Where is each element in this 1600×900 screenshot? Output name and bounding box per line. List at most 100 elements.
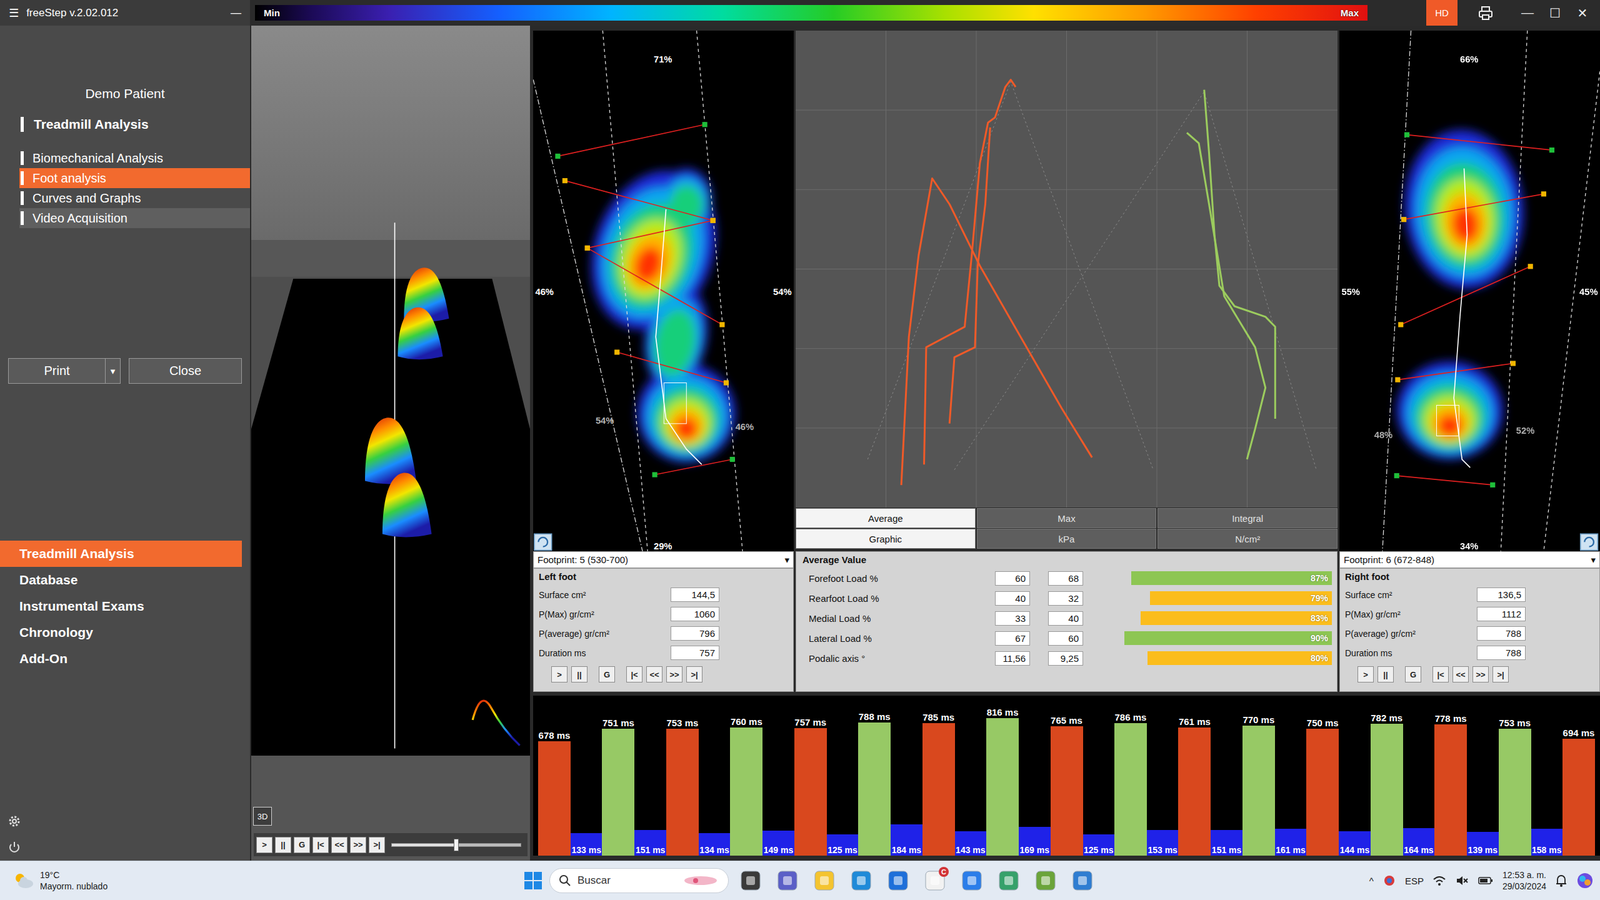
collapse-button[interactable]: — — [230, 6, 242, 20]
tray-app-icon[interactable] — [1382, 873, 1397, 888]
view-tab[interactable]: Integral — [1157, 508, 1338, 529]
weather-widget[interactable]: 19°CMayorm. nublado — [12, 869, 524, 892]
step-button[interactable]: >> — [1472, 666, 1489, 683]
settings-gear-icon[interactable] — [7, 814, 22, 829]
taskbar-app-icon[interactable] — [846, 865, 877, 896]
close-button[interactable]: ✕ — [1568, 0, 1597, 26]
print-icon[interactable] — [1477, 5, 1494, 22]
playback-button[interactable]: G — [293, 836, 310, 854]
print-button[interactable] — [1457, 0, 1514, 26]
taskbar-app-icon[interactable]: C — [920, 865, 950, 896]
sidebar-item[interactable]: Biomechanical Analysis — [19, 148, 250, 169]
view-tab[interactable]: N/cm² — [1157, 528, 1338, 549]
refresh-view-icon[interactable] — [1580, 533, 1599, 550]
power-icon[interactable] — [7, 840, 22, 855]
pressure-map[interactable]: 66%55%45%48%52%34% — [1339, 30, 1600, 552]
taskbar-app-icon[interactable] — [772, 865, 803, 896]
footprint-dropdown[interactable]: Footprint: 6 (672-848)▾ — [1339, 551, 1600, 569]
playback-button[interactable]: >> — [350, 836, 367, 854]
view-3d[interactable] — [251, 25, 530, 756]
clock[interactable]: 12:53 a. m.29/03/2024 — [1502, 869, 1547, 892]
view-tab[interactable]: Max — [976, 508, 1157, 529]
taskbar-app-icon[interactable] — [1067, 865, 1098, 896]
dropdown-arrow[interactable]: ▾ — [1590, 554, 1596, 566]
swing-bar: 151 ms — [634, 695, 666, 856]
step-button[interactable]: << — [646, 666, 663, 683]
hd-button[interactable]: HD — [1426, 0, 1458, 26]
step-button[interactable]: >> — [666, 666, 683, 683]
tray-expand-button[interactable]: ^ — [1369, 875, 1374, 887]
stat-value: 788 — [1476, 626, 1526, 641]
language-indicator[interactable]: ESP — [1405, 875, 1424, 887]
playback-button[interactable]: << — [331, 836, 348, 854]
stat-value: 757 — [670, 645, 720, 660]
step-button[interactable]: |< — [626, 666, 643, 683]
sidebar-button[interactable]: Print▾ — [8, 358, 121, 384]
playback-slider[interactable] — [391, 843, 522, 847]
notification-bell-icon[interactable] — [1555, 873, 1568, 888]
taskbar-app-icon[interactable] — [883, 865, 914, 896]
taskbar-app-icon[interactable] — [1030, 865, 1061, 896]
view-tab[interactable]: kPa — [976, 528, 1157, 549]
load-percent: 55% — [1341, 286, 1360, 297]
window-controls: HD —☐✕ — [1426, 0, 1600, 26]
menu-item[interactable]: Chronology — [0, 619, 242, 646]
sidebar-item[interactable]: Foot analysis — [19, 168, 250, 189]
stat-row: Surface cm²144,5 — [538, 585, 789, 605]
taskbar-app-icon[interactable] — [956, 865, 987, 896]
windows-start-icon[interactable] — [523, 871, 543, 890]
playback-button[interactable]: |< — [312, 836, 329, 854]
footprint-dropdown[interactable]: Footprint: 5 (530-700)▾ — [533, 551, 794, 569]
wifi-icon[interactable] — [1432, 874, 1447, 887]
symmetry-bar: 79% — [1101, 591, 1332, 605]
step-button[interactable]: G — [598, 666, 615, 683]
menu-item[interactable]: Add-On — [0, 645, 242, 672]
playback-button[interactable]: >| — [368, 836, 385, 854]
volume-muted-icon[interactable] — [1455, 874, 1469, 887]
minimize-button[interactable]: — — [1513, 0, 1542, 26]
step-button[interactable]: || — [1377, 666, 1394, 683]
view-tab[interactable]: Average — [795, 508, 976, 529]
pressure-map[interactable]: 71%46%54%54%46%29% — [533, 30, 794, 552]
step-bar: 751 ms — [601, 695, 635, 856]
dropdown-arrow[interactable]: ▾ — [105, 358, 120, 384]
swing-bar: 134 ms — [698, 695, 730, 856]
step-button[interactable]: >| — [1492, 666, 1509, 683]
taskbar-app-icon[interactable] — [809, 865, 840, 896]
menu-item[interactable]: Instrumental Exams — [0, 593, 242, 620]
step-button[interactable]: << — [1452, 666, 1469, 683]
stat-row: P(Max) gr/cm²1112 — [1345, 604, 1595, 624]
step-button[interactable]: > — [551, 666, 568, 683]
taskbar-search[interactable]: Buscar — [549, 868, 729, 894]
playback-controls: >||G|<<<>>>| — [253, 833, 528, 857]
swing-bar: 144 ms — [1338, 695, 1370, 856]
menu-icon[interactable]: ☰ — [8, 6, 19, 20]
step-button[interactable]: G — [1405, 666, 1422, 683]
step-bar: 778 ms — [1434, 695, 1467, 856]
step-button[interactable]: |< — [1432, 666, 1449, 683]
load-percent: 52% — [1516, 425, 1535, 436]
view-tab[interactable]: Graphic — [795, 528, 976, 549]
refresh-view-icon[interactable] — [534, 533, 552, 550]
step-button[interactable]: >| — [686, 666, 703, 683]
taskbar-app-icon[interactable] — [993, 865, 1024, 896]
step-bar: 786 ms — [1114, 695, 1147, 856]
copilot-icon[interactable] — [1576, 871, 1594, 890]
maximize-button[interactable]: ☐ — [1541, 0, 1569, 26]
playback-button[interactable]: || — [275, 836, 292, 854]
sidebar-item[interactable]: Video Acquisition — [19, 208, 250, 229]
menu-item[interactable]: Treadmill Analysis — [0, 540, 242, 567]
taskbar-app-icon[interactable] — [735, 865, 766, 896]
sidebar-item[interactable]: Curves and Graphs — [19, 188, 250, 209]
step-button[interactable]: > — [1357, 666, 1374, 683]
playback-button[interactable]: > — [256, 836, 273, 854]
symmetry-bar: 83% — [1101, 611, 1332, 625]
dropdown-arrow[interactable]: ▾ — [784, 554, 790, 566]
battery-icon[interactable] — [1477, 874, 1494, 887]
sidebar-button[interactable]: Close — [128, 358, 242, 384]
right-value: 9,25 — [1048, 651, 1084, 666]
sidebar: Demo PatientTreadmill AnalysisBiomechani… — [0, 25, 250, 861]
mode-3d-button[interactable]: 3D — [253, 806, 272, 826]
step-button[interactable]: || — [571, 666, 588, 683]
menu-item[interactable]: Database — [0, 566, 242, 594]
